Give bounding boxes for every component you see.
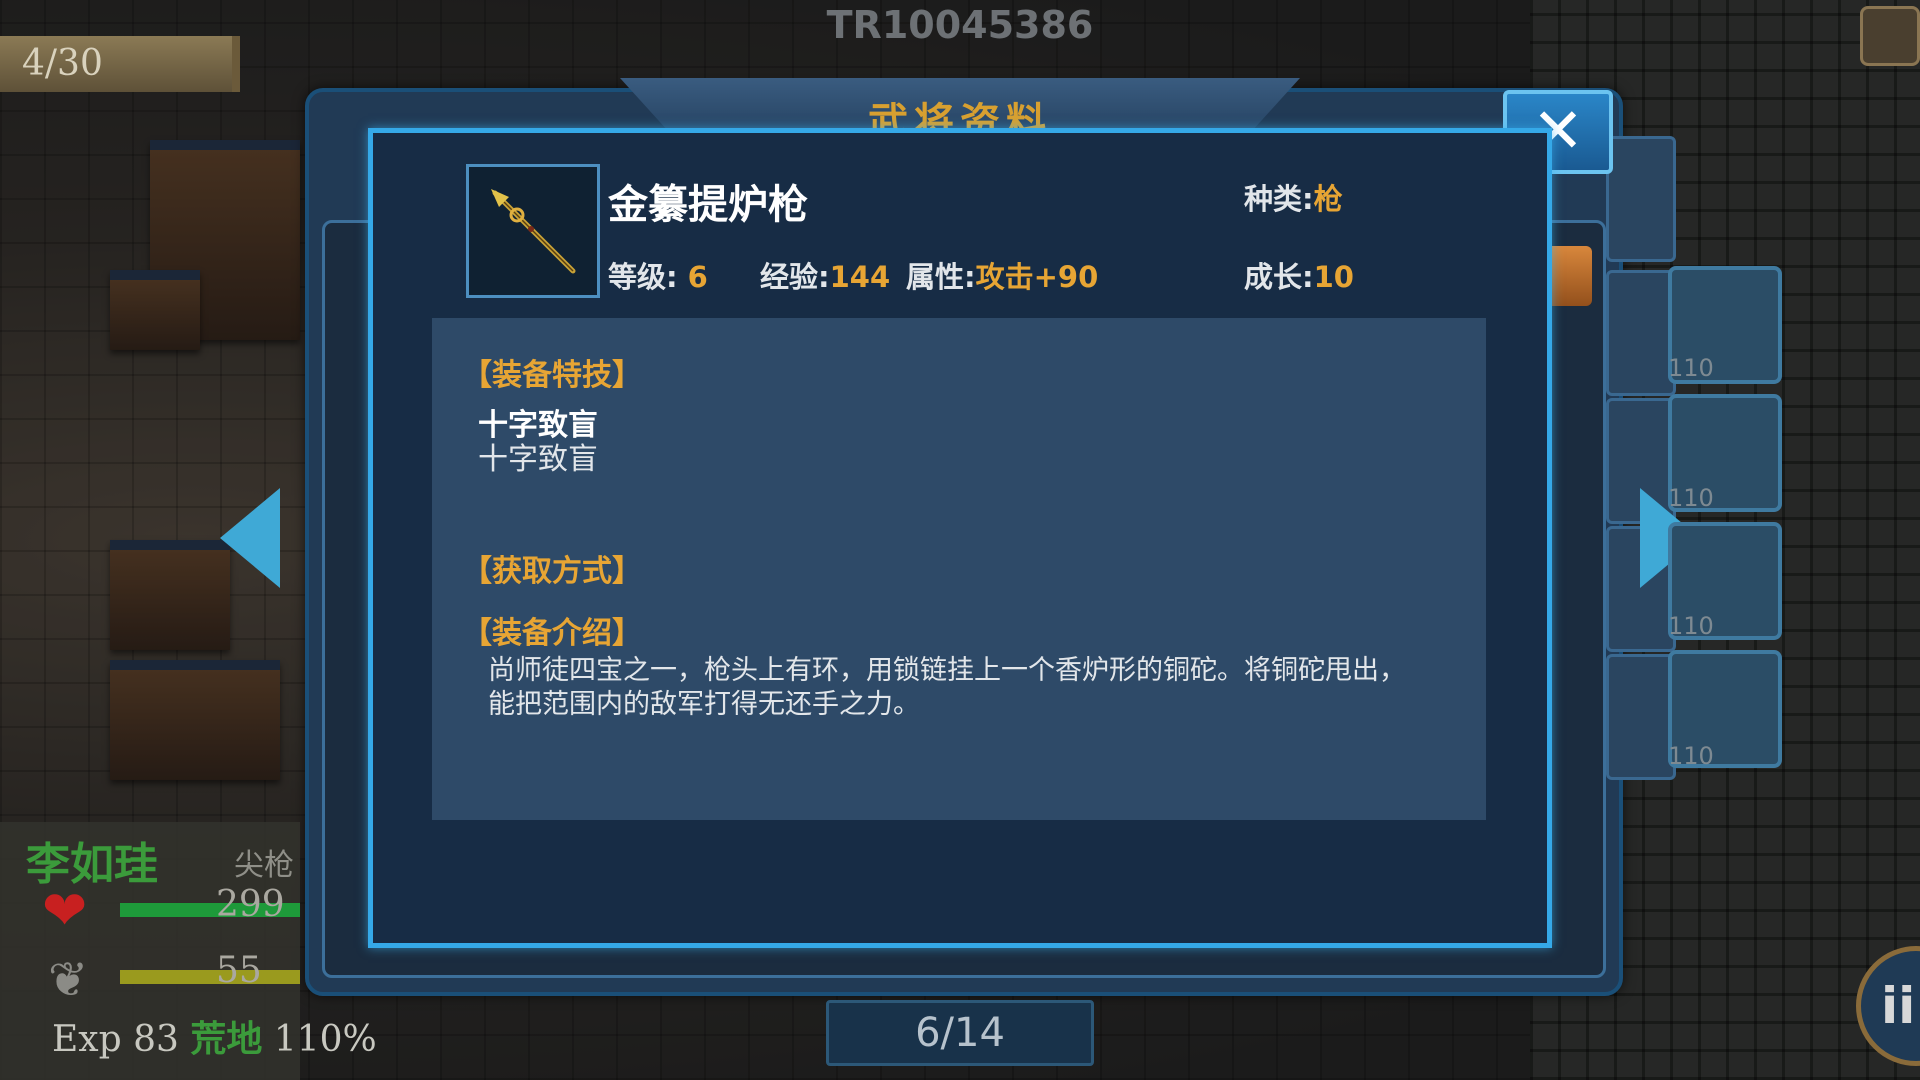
exp-line: Exp 83 荒地 110%	[52, 1010, 377, 1062]
item-exp-value: 144	[829, 260, 891, 294]
item-level-label: 等级:	[608, 260, 678, 294]
terrain-rate: 110%	[273, 1019, 377, 1060]
game-id: TR10045386	[826, 3, 1094, 47]
obtain-header: 【获取方式】	[462, 554, 642, 589]
equipment-slot-level: 110	[1668, 742, 1714, 770]
equipment-slot-level: 110	[1668, 354, 1714, 382]
item-level-value: 6	[687, 260, 708, 294]
skill-header: 【装备特技】	[462, 358, 642, 393]
exp-value: 83	[133, 1019, 179, 1060]
panel-slot	[1606, 136, 1676, 262]
hp-value: 299	[216, 884, 285, 925]
item-growth: 成长:10	[1244, 254, 1354, 296]
item-type: 种类:枪	[1244, 176, 1343, 218]
feather-icon: ❦	[48, 952, 89, 1008]
equipment-slot-level: 110	[1668, 612, 1714, 640]
skill-description: 十字致盲	[478, 442, 598, 477]
intro-header: 【装备介绍】	[462, 616, 642, 651]
item-attribute: 属性:攻击+90	[906, 254, 1098, 296]
item-growth-value: 10	[1313, 260, 1354, 294]
item-name: 金纂提炉枪	[608, 182, 808, 228]
exp-label: Exp	[52, 1019, 122, 1060]
sp-value: 55	[216, 950, 262, 991]
item-exp: 经验:144	[760, 254, 890, 296]
panel-slot	[1606, 270, 1676, 396]
spear-icon	[491, 189, 576, 274]
item-type-value: 枪	[1313, 182, 1343, 216]
item-attr-value: 攻击+90	[975, 260, 1099, 294]
panel-slot	[1606, 654, 1676, 780]
item-exp-label: 经验:	[760, 260, 830, 294]
item-growth-label: 成长:	[1244, 260, 1314, 294]
sp-bar	[120, 970, 300, 984]
item-level: 等级: 6	[608, 254, 708, 296]
item-icon-frame	[466, 164, 600, 298]
heart-icon: ❤	[42, 879, 88, 942]
item-attr-label: 属性:	[906, 260, 976, 294]
intro-text: 尚师徒四宝之一，枪头上有环，用锁链挂上一个香炉形的铜砣。将铜砣甩出，能把范围内的…	[488, 655, 1406, 720]
prev-arrow-icon[interactable]	[220, 488, 280, 588]
equipment-slot-level: 110	[1668, 484, 1714, 512]
item-type-label: 种类:	[1244, 182, 1314, 216]
character-weapon: 尖枪	[234, 848, 294, 883]
menu-icon[interactable]	[1860, 6, 1920, 66]
page-counter: 6/14	[826, 1000, 1094, 1066]
terrain-name: 荒地	[190, 1019, 263, 1060]
